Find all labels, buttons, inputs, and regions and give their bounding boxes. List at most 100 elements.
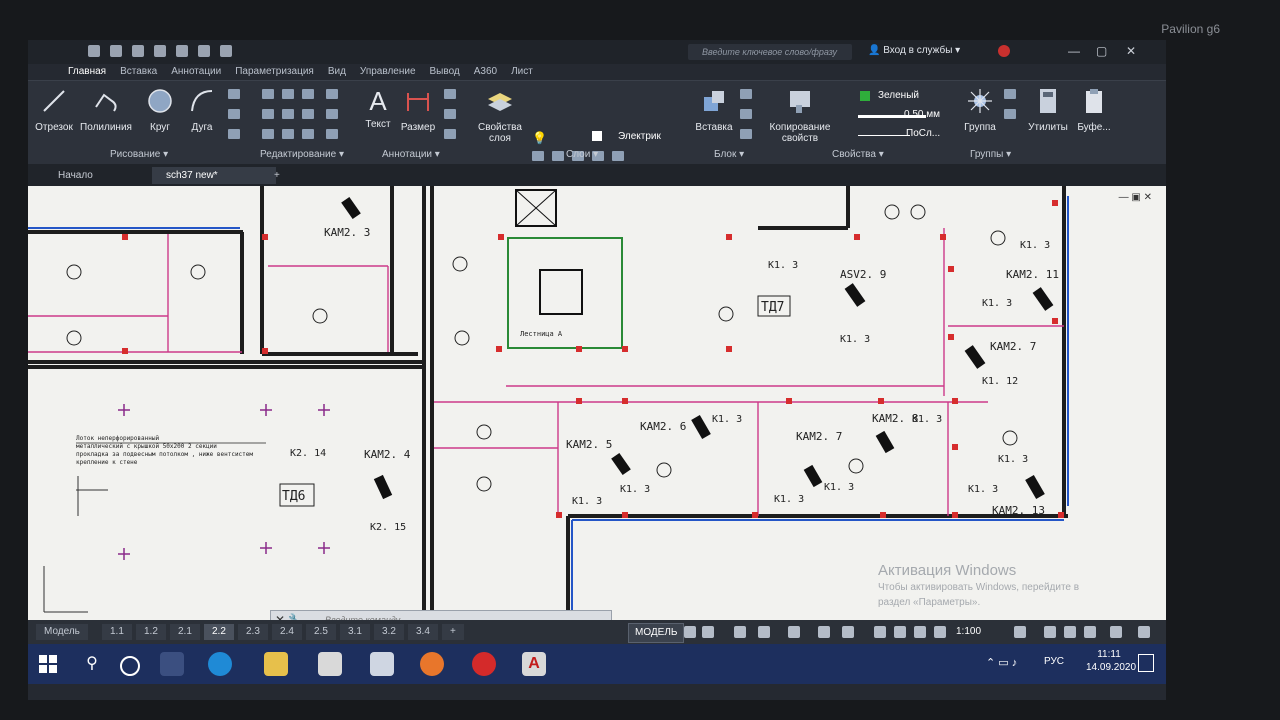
signin-button[interactable]: 👤 Вход в службы ▾ [868,45,960,56]
ortho-icon[interactable] [734,626,746,638]
opera-icon[interactable] [472,652,496,676]
group-tool-icon[interactable] [1004,109,1016,119]
open-icon[interactable] [110,45,122,57]
copy-icon[interactable] [262,109,274,119]
add-layout-icon[interactable]: + [442,624,464,640]
layer-properties-button[interactable]: Свойства слоя [472,87,528,144]
trim-icon[interactable] [302,89,314,99]
layout-tab[interactable]: 1.2 [136,624,166,640]
scale-icon[interactable] [282,129,294,139]
menu-icon[interactable] [1138,626,1150,638]
current-layer-dropdown[interactable]: Электрик [618,131,661,142]
move-icon[interactable] [262,89,274,99]
tab-sheet[interactable]: Лист [511,66,533,77]
annotation-icon[interactable] [914,626,926,638]
drawing-canvas[interactable]: Лестница А Лоток неперфорированный метал… [28,186,1166,620]
lightbulb-icon[interactable]: 💡 [532,131,547,145]
new-tab-icon[interactable]: + [260,167,294,184]
edit-attrib-icon[interactable] [740,129,752,139]
save-icon[interactable] [132,45,144,57]
mirror-icon[interactable] [282,109,294,119]
insert-block-button[interactable]: Вставка [692,87,736,133]
group-button[interactable]: Группа [960,87,1000,133]
layout-tab[interactable]: 3.2 [374,624,404,640]
array-icon[interactable] [302,129,314,139]
windows-start-icon[interactable] [36,652,60,676]
model-space-button[interactable]: МОДЕЛЬ [628,623,685,643]
tray-icons[interactable]: ⌃ ▭ ♪ [986,656,1017,669]
maximize-icon[interactable]: ▢ [1096,44,1107,58]
tab-a360[interactable]: A360 [474,66,497,77]
tab-manage[interactable]: Управление [360,66,416,77]
clean-screen-icon[interactable] [1110,626,1122,638]
table-icon[interactable] [444,109,456,119]
tab-home[interactable]: Главная [68,66,106,77]
circle-tool-button[interactable]: Круг [140,87,180,133]
polar-icon[interactable] [758,626,770,638]
layout-tab-active[interactable]: 2.2 [204,624,234,640]
leader-icon[interactable] [444,89,456,99]
panel-groups-title[interactable]: Группы ▾ [970,149,1011,160]
stretch-icon[interactable] [262,129,274,139]
panel-block-title[interactable]: Блок ▾ [714,149,744,160]
close-icon[interactable]: ✕ [1126,44,1136,58]
layout-tab[interactable]: 2.1 [170,624,200,640]
osnap-icon[interactable] [788,626,800,638]
draw-extra-icon[interactable] [228,129,240,139]
cortana-icon[interactable] [120,656,140,676]
notifications-icon[interactable] [1138,654,1154,672]
tab-output[interactable]: Вывод [430,66,460,77]
print-icon[interactable] [176,45,188,57]
minimize-icon[interactable]: — [1068,44,1080,58]
gear-icon[interactable] [1014,626,1026,638]
firefox-icon[interactable] [420,652,444,676]
search-icon[interactable]: ⚲ [80,652,104,676]
group-tool-icon[interactable] [1004,89,1016,99]
layout-tab[interactable]: 3.1 [340,624,370,640]
layout-tab[interactable]: 2.3 [238,624,268,640]
create-block-icon[interactable] [740,89,752,99]
tab-start[interactable]: Начало [44,167,107,184]
clipboard-button[interactable]: Буфе... [1074,87,1114,133]
tab-drawing[interactable]: sch37 new* [152,167,276,184]
snap-icon[interactable] [702,626,714,638]
lineweight-dropdown[interactable]: 0.50 мм [904,109,940,120]
panel-annotate-title[interactable]: Аннотации ▾ [382,149,440,160]
undo-icon[interactable] [198,45,210,57]
lock-icon[interactable] [934,626,946,638]
arc-tool-button[interactable]: Дуга [184,87,220,133]
tab-parametric[interactable]: Параметризация [235,66,314,77]
layout-tab[interactable]: Модель [36,624,88,640]
match-properties-button[interactable]: Копирование свойств [766,87,834,144]
explode-icon[interactable] [326,109,338,119]
panel-draw-title[interactable]: Рисование ▾ [110,149,168,160]
text-tool-button[interactable]: A Текст [362,87,394,130]
panel-modify-title[interactable]: Редактирование ▾ [260,149,344,160]
annotation-icon[interactable] [874,626,886,638]
tab-annotate[interactable]: Аннотации [171,66,221,77]
annotation-icon[interactable] [894,626,906,638]
isolate-icon[interactable] [1064,626,1076,638]
draw-extra-icon[interactable] [228,109,240,119]
input-language[interactable]: РУС [1044,656,1064,667]
layer-tool-icon[interactable] [532,151,544,161]
autocad-icon[interactable]: A [522,652,546,676]
layout-tab[interactable]: 3.4 [408,624,438,640]
lineweight-icon[interactable] [818,626,830,638]
dimension-tool-button[interactable]: Размер [398,87,438,133]
store-icon[interactable] [318,652,342,676]
file-explorer-icon[interactable] [264,652,288,676]
transparency-icon[interactable] [842,626,854,638]
erase-icon[interactable] [326,89,338,99]
tab-insert[interactable]: Вставка [120,66,157,77]
color-dropdown[interactable]: Зеленый [878,90,919,101]
layout-tab[interactable]: 2.4 [272,624,302,640]
task-view-icon[interactable] [160,652,184,676]
layer-tool-icon[interactable] [612,151,624,161]
draw-extra-icon[interactable] [228,89,240,99]
polyline-tool-button[interactable]: Полилиния [78,87,134,133]
layer-tool-icon[interactable] [552,151,564,161]
new-icon[interactable] [88,45,100,57]
offset-icon[interactable] [326,129,338,139]
clock[interactable]: 11:11 14.09.2020 [1086,648,1136,674]
